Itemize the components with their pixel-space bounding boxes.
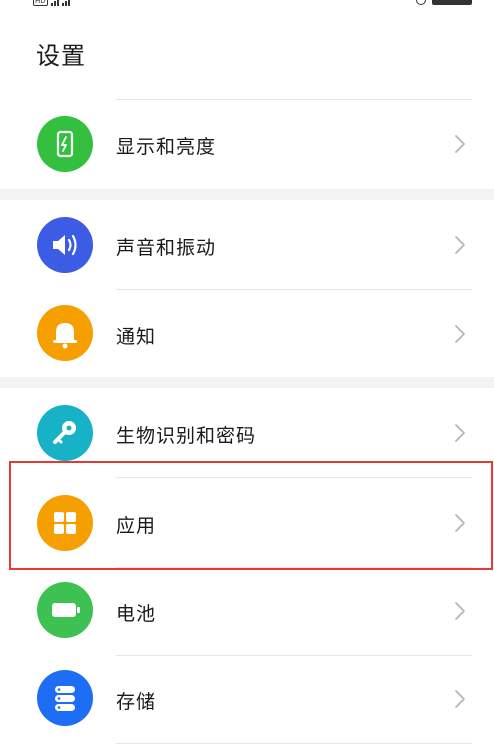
hd-icon: HD	[33, 0, 48, 6]
signal-icon	[50, 0, 59, 6]
chevron-right-icon	[455, 325, 465, 343]
chevron-right-icon	[455, 690, 465, 708]
chevron-right-icon	[455, 424, 465, 442]
settings-item-notification[interactable]: 通知	[0, 289, 494, 379]
chevron-right-icon	[455, 135, 465, 153]
speaker-icon	[37, 217, 93, 273]
alarm-icon	[416, 0, 426, 5]
settings-item-battery[interactable]: 电池	[0, 567, 494, 657]
settings-item-label: 声音和振动	[116, 237, 217, 259]
page-title: 设置	[36, 42, 86, 70]
status-battery-icon	[432, 0, 472, 5]
status-left: HD	[33, 0, 70, 6]
divider	[116, 743, 472, 744]
storage-icon	[37, 670, 93, 726]
chevron-right-icon	[455, 236, 465, 254]
settings-item-display[interactable]: 显示和亮度	[0, 99, 494, 189]
highlight-box	[9, 461, 493, 570]
battery-icon	[37, 582, 93, 638]
settings-item-label: 电池	[116, 603, 157, 625]
phone-brightness-icon	[37, 116, 93, 172]
signal-icon-2	[61, 0, 70, 6]
settings-item-label: 生物识别和密码	[116, 425, 257, 447]
key-icon	[37, 405, 93, 461]
settings-item-label: 显示和亮度	[116, 136, 217, 158]
settings-item-label: 存储	[116, 691, 157, 713]
group-separator	[0, 377, 494, 388]
status-right	[416, 0, 472, 5]
settings-item-label: 通知	[116, 326, 157, 348]
status-bar: HD	[0, 0, 494, 14]
chevron-right-icon	[455, 602, 465, 620]
settings-item-storage[interactable]: 存储	[0, 655, 494, 745]
bell-icon	[37, 305, 93, 361]
group-separator	[0, 189, 494, 200]
settings-item-sound[interactable]: 声音和振动	[0, 200, 494, 290]
